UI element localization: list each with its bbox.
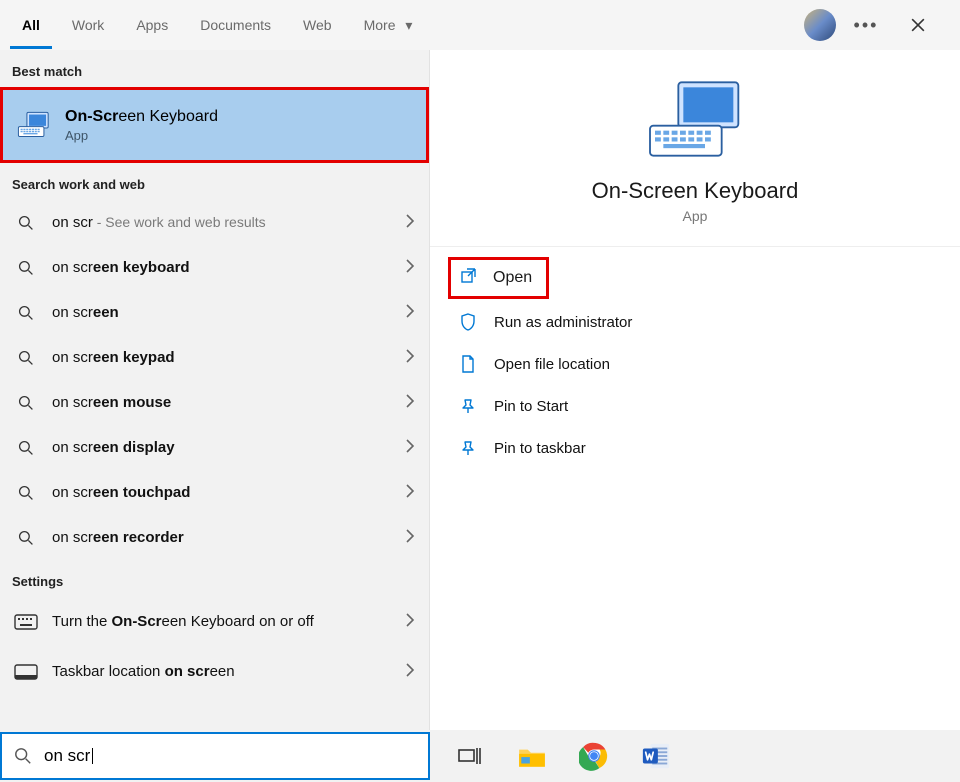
web-suggestion[interactable]: on scr - See work and web results xyxy=(0,200,429,245)
word-app[interactable] xyxy=(634,734,678,778)
web-suggestion[interactable]: on screen touchpad xyxy=(0,470,429,515)
search-icon xyxy=(14,260,38,276)
suggestion-text: on scr - See work and web results xyxy=(52,214,405,231)
settings-suggestion[interactable]: Turn the On-Screen Keyboard on or off xyxy=(0,597,429,647)
chevron-right-icon xyxy=(405,394,415,412)
start-search-window: All Work Apps Documents Web More ▾ ••• B… xyxy=(0,0,960,782)
shield-icon xyxy=(458,313,478,331)
keyboard-settings-icon xyxy=(14,614,38,630)
tab-documents[interactable]: Documents xyxy=(188,1,283,49)
tab-apps[interactable]: Apps xyxy=(124,1,180,49)
search-icon xyxy=(14,395,38,411)
web-suggestion[interactable]: on screen keyboard xyxy=(0,245,429,290)
search-icon xyxy=(14,215,38,231)
search-input[interactable]: on scr xyxy=(0,732,430,780)
search-icon xyxy=(14,485,38,501)
tab-work[interactable]: Work xyxy=(60,1,116,49)
action-run-administrator[interactable]: Run as administrator xyxy=(448,301,942,343)
chevron-right-icon xyxy=(405,613,415,631)
suggestion-text: on screen keypad xyxy=(52,349,405,366)
search-icon xyxy=(14,747,32,765)
search-web-header: Search work and web xyxy=(0,163,429,200)
web-suggestion[interactable]: on screen display xyxy=(0,425,429,470)
web-suggestions-list: on scr - See work and web results on scre… xyxy=(0,200,429,560)
action-pin-start[interactable]: Pin to Start xyxy=(448,385,942,427)
web-suggestion[interactable]: on screen recorder xyxy=(0,515,429,560)
best-match-header: Best match xyxy=(0,50,429,87)
chevron-right-icon xyxy=(405,349,415,367)
tab-more-label: More xyxy=(364,17,396,33)
web-suggestion[interactable]: on screen mouse xyxy=(0,380,429,425)
action-open-loc-label: Open file location xyxy=(494,356,610,373)
chevron-right-icon xyxy=(405,529,415,547)
suggestion-text: Taskbar location on screen xyxy=(52,663,405,682)
chevron-right-icon xyxy=(405,663,415,681)
search-icon xyxy=(14,440,38,456)
chrome-app[interactable] xyxy=(572,734,616,778)
settings-header: Settings xyxy=(0,560,429,597)
filter-tab-bar: All Work Apps Documents Web More ▾ ••• xyxy=(0,0,960,50)
suggestion-text: on screen display xyxy=(52,439,405,456)
open-icon xyxy=(461,268,477,289)
tab-more[interactable]: More ▾ xyxy=(352,1,425,49)
suggestion-text: on screen xyxy=(52,304,405,321)
close-icon xyxy=(911,18,925,32)
action-open-label: Open xyxy=(493,269,532,287)
user-avatar[interactable] xyxy=(804,9,836,41)
detail-actions: Open Run as administrator Open file loca… xyxy=(430,247,960,479)
detail-hero: On-Screen Keyboard App xyxy=(430,50,960,247)
search-icon xyxy=(14,350,38,366)
file-explorer-app[interactable] xyxy=(510,734,554,778)
chevron-right-icon xyxy=(405,259,415,277)
search-icon xyxy=(14,530,38,546)
chevron-right-icon xyxy=(405,304,415,322)
tab-web[interactable]: Web xyxy=(291,1,344,49)
search-icon xyxy=(14,305,38,321)
chevron-right-icon xyxy=(405,439,415,457)
detail-subtitle: App xyxy=(683,208,708,224)
best-match-item[interactable]: On-Screen Keyboard App xyxy=(0,87,429,163)
search-query-text: on scr xyxy=(44,746,92,766)
filter-tabs: All Work Apps Documents Web More ▾ xyxy=(10,1,424,49)
web-suggestion[interactable]: on screen xyxy=(0,290,429,335)
dock-icon xyxy=(14,664,38,680)
suggestion-text: Turn the On-Screen Keyboard on or off xyxy=(52,613,405,632)
settings-suggestion[interactable]: Taskbar location on screen xyxy=(0,647,429,697)
action-open-file-location[interactable]: Open file location xyxy=(448,343,942,385)
taskview-button[interactable] xyxy=(448,734,492,778)
chevron-right-icon xyxy=(405,214,415,232)
suggestion-text: on screen mouse xyxy=(52,394,405,411)
close-button[interactable] xyxy=(896,3,940,47)
settings-suggestions-list: Turn the On-Screen Keyboard on or off Tas… xyxy=(0,597,429,697)
pin-icon xyxy=(458,398,478,414)
tab-all[interactable]: All xyxy=(10,1,52,49)
chevron-right-icon xyxy=(405,484,415,502)
pin-icon xyxy=(458,440,478,456)
action-pin-taskbar-label: Pin to taskbar xyxy=(494,440,586,457)
action-pin-taskbar[interactable]: Pin to taskbar xyxy=(448,427,942,469)
suggestion-text: on screen keyboard xyxy=(52,259,405,276)
options-button[interactable]: ••• xyxy=(852,11,880,39)
action-pin-start-label: Pin to Start xyxy=(494,398,568,415)
detail-app-icon xyxy=(645,76,745,166)
detail-panel: On-Screen Keyboard App Open Run as admin… xyxy=(430,50,960,730)
best-match-title: On-Screen Keyboard xyxy=(65,108,218,126)
detail-title: On-Screen Keyboard xyxy=(592,178,799,204)
suggestion-text: on screen touchpad xyxy=(52,484,405,501)
best-match-subtitle: App xyxy=(65,128,218,143)
keyboard-icon xyxy=(17,111,51,139)
bottom-bar: on scr xyxy=(0,730,960,782)
file-location-icon xyxy=(458,355,478,373)
action-run-admin-label: Run as administrator xyxy=(494,314,632,331)
search-body: Best match xyxy=(0,50,960,730)
action-open[interactable]: Open xyxy=(448,257,549,299)
results-column: Best match xyxy=(0,50,430,730)
web-suggestion[interactable]: on screen keypad xyxy=(0,335,429,380)
chevron-down-icon: ▾ xyxy=(405,17,412,33)
taskbar xyxy=(430,730,960,782)
suggestion-text: on screen recorder xyxy=(52,529,405,546)
